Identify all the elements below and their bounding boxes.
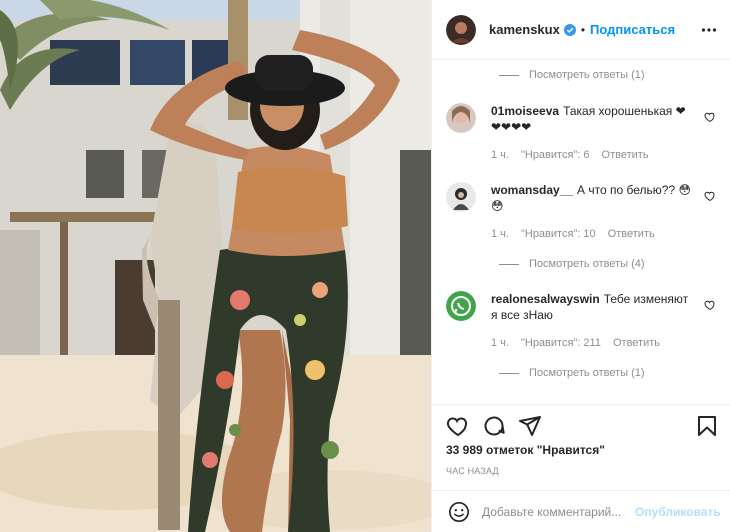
verified-badge-icon — [563, 23, 576, 36]
reply-button[interactable]: Ответить — [602, 149, 649, 161]
post-sidebar: kamenskux • Подписаться Посмотреть ответ… — [431, 0, 730, 532]
emoji-icon[interactable] — [448, 501, 470, 523]
comment-text-block: womansday__ А что по белью?? 😳😳 — [491, 182, 691, 214]
comment-text-block: realonesalwayswin Тебе изменяют я все зНа… — [491, 291, 691, 323]
comment-likes[interactable]: "Нравится": 10 — [521, 228, 596, 240]
view-replies-label: Посмотреть ответы (1) — [529, 69, 645, 81]
share-paper-plane-icon[interactable] — [518, 414, 542, 438]
comment-like-icon[interactable] — [704, 299, 716, 311]
comment-text-block: 01moiseeva Такая хорошенькая ❤❤❤❤❤ — [491, 103, 691, 135]
post-timestamp[interactable]: ЧАС НАЗАД — [446, 466, 499, 476]
commenter-avatar[interactable] — [446, 182, 476, 212]
view-replies-button[interactable]: Посмотреть ответы (1) — [499, 367, 645, 379]
comment-time: 1 ч. — [491, 149, 509, 161]
commenter-username[interactable]: realonesalwayswin — [491, 292, 600, 306]
comment-like-icon[interactable] — [704, 111, 716, 123]
view-replies-button[interactable]: Посмотреть ответы (1) — [499, 69, 645, 81]
reply-button[interactable]: Ответить — [608, 228, 655, 240]
photo-illustration — [0, 0, 431, 532]
comment-input[interactable] — [482, 504, 632, 519]
comment-time: 1 ч. — [491, 337, 509, 349]
like-heart-icon[interactable] — [446, 414, 470, 438]
comment-likes[interactable]: "Нравится": 211 — [521, 337, 601, 349]
view-replies-label: Посмотреть ответы (1) — [529, 367, 645, 379]
post-header: kamenskux • Подписаться — [432, 0, 730, 60]
more-options-icon[interactable] — [701, 22, 717, 38]
publish-button[interactable]: Опубликовать — [635, 505, 721, 519]
follow-button[interactable]: Подписаться — [590, 22, 675, 37]
post-like-count[interactable]: 33 989 отметок "Нравится" — [446, 443, 605, 457]
author-avatar[interactable] — [446, 14, 476, 45]
post-photo[interactable] — [0, 0, 431, 532]
view-replies-label: Посмотреть ответы (4) — [529, 258, 645, 270]
comment-bubble-icon[interactable] — [482, 414, 506, 438]
post-actions — [432, 404, 730, 440]
save-bookmark-icon[interactable] — [695, 414, 719, 438]
comment-meta: 1 ч. "Нравится": 10 Ответить — [491, 228, 655, 240]
replies-line — [499, 372, 519, 374]
add-comment-bar: Опубликовать — [432, 490, 730, 532]
commenter-username[interactable]: womansday__ — [491, 183, 573, 197]
comment-time: 1 ч. — [491, 228, 509, 240]
comment-likes[interactable]: "Нравится": 6 — [521, 149, 590, 161]
comment-meta: 1 ч. "Нравится": 211 Ответить — [491, 337, 660, 349]
comment-meta: 1 ч. "Нравится": 6 Ответить — [491, 149, 649, 161]
reply-button[interactable]: Ответить — [613, 337, 660, 349]
commenter-avatar[interactable] — [446, 103, 476, 133]
view-replies-button[interactable]: Посмотреть ответы (4) — [499, 258, 645, 270]
commenter-avatar[interactable] — [446, 291, 476, 321]
author-username[interactable]: kamenskux — [489, 22, 560, 37]
comments-list[interactable]: Посмотреть ответы (1) 01moiseeva Такая хо… — [432, 61, 730, 404]
header-separator: • — [580, 22, 586, 37]
replies-line — [499, 263, 519, 265]
comment-like-icon[interactable] — [704, 190, 716, 202]
commenter-username[interactable]: 01moiseeva — [491, 104, 559, 118]
replies-line — [499, 74, 519, 76]
